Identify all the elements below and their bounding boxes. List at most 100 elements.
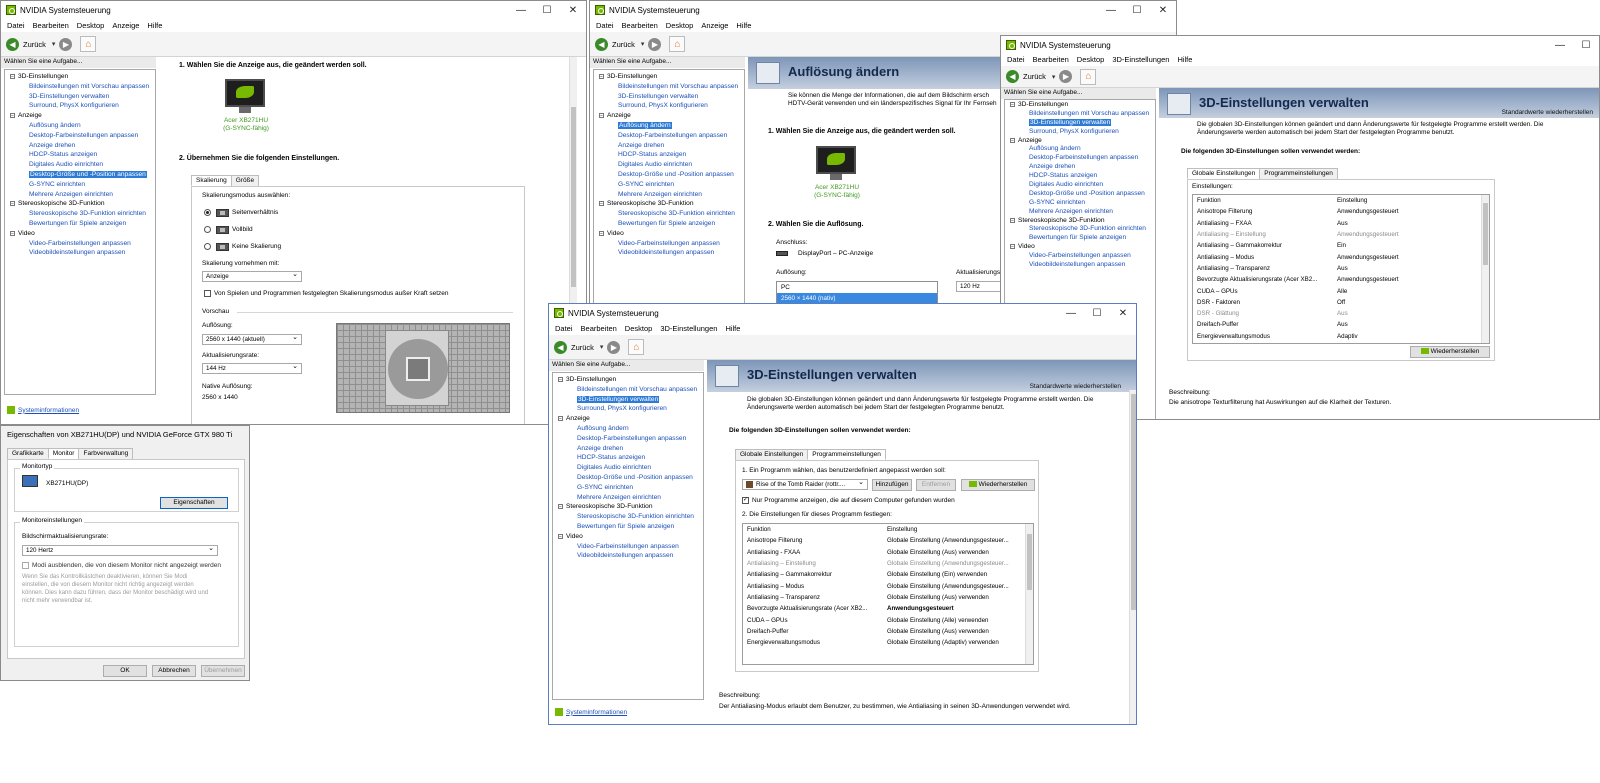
- tree-cat-stereo[interactable]: − Stereoskopische 3D-Funktion: [553, 502, 703, 512]
- row-setting[interactable]: Globale Einstellung (Anwendungsgesteuer.…: [883, 580, 1033, 591]
- back-arrow-icon[interactable]: ◀: [595, 37, 608, 51]
- tree-item-3d-manage[interactable]: 3D-Einstellungen verwalten: [1005, 118, 1155, 128]
- tree-item-ratings[interactable]: Bewertungen für Spiele anzeigen: [5, 219, 155, 229]
- hide-modes-checkbox[interactable]: [22, 562, 29, 569]
- row-setting[interactable]: Globale Einstellung (Ein) verwenden: [883, 569, 1033, 580]
- row-setting[interactable]: Globale Einstellung (Alle) verwenden: [883, 614, 1033, 625]
- tree-item-video-image[interactable]: Videobildeinstellungen anpassen: [1005, 261, 1155, 270]
- tree-item-stereo[interactable]: Stereoskopische 3D-Funktion einrichten: [553, 512, 703, 522]
- table-scrollbar[interactable]: [1481, 195, 1489, 343]
- table-row[interactable]: Energieverwaltungsmodus Adaptiv: [1193, 331, 1489, 342]
- tree-item-gsync[interactable]: G-SYNC einrichten: [553, 483, 703, 493]
- menu-edit[interactable]: Bearbeiten: [577, 324, 621, 333]
- tree-cat-display[interactable]: − Anzeige: [594, 111, 744, 121]
- close-button[interactable]: ✕: [1110, 308, 1136, 319]
- tree-item-desktop-size[interactable]: Desktop-Größe und -Position anpassen: [553, 473, 703, 483]
- menu-desktop[interactable]: Desktop: [73, 21, 109, 30]
- row-setting[interactable]: Anwendungsgesteuert: [1333, 206, 1489, 217]
- tree-item-video-color[interactable]: Video-Farbeinstellungen anpassen: [553, 542, 703, 552]
- tree-item-multi[interactable]: Mehrere Anzeigen einrichten: [5, 190, 155, 200]
- maximize-button[interactable]: ☐: [1124, 5, 1150, 16]
- tab-scaling[interactable]: Skalierung: [191, 175, 232, 186]
- history-dropdown-icon[interactable]: ▾: [1052, 73, 1056, 81]
- tree-cat-video[interactable]: − Video: [553, 532, 703, 542]
- menu-3d[interactable]: 3D-Einstellungen: [1108, 55, 1173, 64]
- menu-3d[interactable]: 3D-Einstellungen: [656, 324, 721, 333]
- tab-global-settings[interactable]: Globale Einstellungen: [1187, 168, 1261, 179]
- tree-item-audio[interactable]: Digitales Audio einrichten: [5, 160, 155, 170]
- tree-cat-stereo[interactable]: − Stereoskopische 3D-Funktion: [1005, 217, 1155, 226]
- row-setting[interactable]: Globale Einstellung (Aus) verwenden: [883, 547, 1033, 558]
- resolution-list[interactable]: PC 2560 × 1440 (nativ): [776, 281, 938, 304]
- back-button-label[interactable]: Zurück: [612, 40, 635, 49]
- tree-item-hdcp[interactable]: HDCP-Status anzeigen: [1005, 172, 1155, 181]
- tree-item-resolution[interactable]: Auflösung ändern: [553, 424, 703, 434]
- restore-defaults-link[interactable]: Standardwerte wiederherstellen: [1502, 109, 1593, 116]
- tab-size[interactable]: Größe: [230, 175, 260, 186]
- tab-color-management[interactable]: Farbverwaltung: [78, 448, 134, 459]
- tree-item-hdcp[interactable]: HDCP-Status anzeigen: [553, 453, 703, 463]
- monitor-icon[interactable]: [816, 146, 856, 182]
- row-setting[interactable]: Aus: [1333, 308, 1489, 319]
- tree-item-multi[interactable]: Mehrere Anzeigen einrichten: [594, 190, 744, 200]
- table-row[interactable]: Antialiasing – Einstellung Anwendungsgest…: [1193, 229, 1489, 240]
- table-row[interactable]: Antialiasing – Gammakorrektur Globale Ein…: [743, 569, 1033, 580]
- table-row[interactable]: Antialiasing – Modus Anwendungsgesteuert: [1193, 251, 1489, 262]
- home-icon[interactable]: ⌂: [80, 36, 97, 52]
- radio-none[interactable]: [204, 243, 211, 250]
- history-dropdown-icon[interactable]: ▾: [52, 40, 56, 48]
- tab-adapter[interactable]: Grafikkarte: [7, 448, 49, 459]
- forward-arrow-icon[interactable]: ▶: [59, 37, 73, 51]
- table-row[interactable]: Antialiasing – Transparenz Globale Einste…: [743, 592, 1033, 603]
- tree-item-resolution[interactable]: Auflösung ändern: [594, 121, 744, 131]
- tree-item-3d-manage[interactable]: 3D-Einstellungen verwalten: [553, 395, 703, 405]
- tree-cat-3d[interactable]: −3D-Einstellungen: [5, 72, 155, 82]
- restore-defaults-link[interactable]: Standardwerte wiederherstellen: [1030, 383, 1121, 390]
- title-bar[interactable]: NVIDIA Systemsteuerung — ☐ ✕: [590, 1, 1176, 19]
- sysinfo-link[interactable]: Systeminformationen: [7, 406, 79, 414]
- tree-item-rotate[interactable]: Anzeige drehen: [553, 444, 703, 454]
- back-arrow-icon[interactable]: ◀: [6, 37, 19, 51]
- home-icon[interactable]: ⌂: [1080, 68, 1097, 85]
- back-arrow-icon[interactable]: ◀: [554, 340, 567, 354]
- rate-select[interactable]: 144 Hz: [202, 363, 302, 374]
- mode-full-label[interactable]: Vollbild: [232, 226, 253, 233]
- ok-button[interactable]: OK: [103, 665, 147, 677]
- tree-item-rotate[interactable]: Anzeige drehen: [5, 141, 155, 151]
- tree-item-video-image[interactable]: Videobildeinstellungen anpassen: [553, 551, 703, 561]
- menu-edit[interactable]: Bearbeiten: [618, 21, 662, 30]
- restore-program-button[interactable]: Wiederherstellen: [961, 479, 1035, 491]
- minimize-button[interactable]: —: [1547, 40, 1573, 51]
- tree-item-resolution[interactable]: Auflösung ändern: [5, 121, 155, 131]
- tree-item-multi[interactable]: Mehrere Anzeigen einrichten: [1005, 208, 1155, 217]
- res-select[interactable]: 2560 x 1440 (aktuell): [202, 334, 302, 345]
- tree-cat-video[interactable]: − Video: [594, 229, 744, 239]
- monitor-label[interactable]: Acer XB271HU (G-SYNC-fähig): [802, 184, 872, 199]
- remove-program-button[interactable]: Entfernen: [916, 479, 956, 491]
- tree-item-desktop-size[interactable]: Desktop-Größe und -Position anpassen: [5, 170, 155, 180]
- tree-item-desktop-size[interactable]: Desktop-Größe und -Position anpassen: [1005, 190, 1155, 199]
- minimize-button[interactable]: —: [508, 5, 534, 16]
- tree-cat-video[interactable]: − Video: [5, 229, 155, 239]
- tree-item-physx[interactable]: Surround, PhysX konfigurieren: [1005, 128, 1155, 137]
- table-row[interactable]: Anisotrope Filterung Globale Einstellung …: [743, 535, 1033, 546]
- table-row[interactable]: DSR - Faktoren Off: [1193, 297, 1489, 308]
- tree-item-video-color[interactable]: Video-Farbeinstellungen anpassen: [1005, 252, 1155, 261]
- tree-item-3d-preview[interactable]: Bildeinstellungen mit Vorschau anpassen: [1005, 110, 1155, 119]
- menu-file[interactable]: Datei: [551, 324, 577, 333]
- tree-item-audio[interactable]: Digitales Audio einrichten: [594, 160, 744, 170]
- table-row[interactable]: Energieverwaltungsmodus Globale Einstellu…: [743, 637, 1033, 648]
- row-setting[interactable]: Globale Einstellung (Aus) verwenden: [883, 626, 1033, 637]
- refresh-rate-select[interactable]: 120 Hertz: [22, 545, 218, 556]
- global-settings-table[interactable]: Funktion Einstellung Anisotrope Filterun…: [1192, 194, 1490, 344]
- tree-cat-3d[interactable]: −3D-Einstellungen: [553, 375, 703, 385]
- add-program-button[interactable]: Hinzufügen: [872, 479, 912, 491]
- tree-item-3d-preview[interactable]: Bildeinstellungen mit Vorschau anpassen: [594, 82, 744, 92]
- table-row[interactable]: CUDA – GPUs Alle: [1193, 285, 1489, 296]
- title-bar[interactable]: NVIDIA Systemsteuerung — ☐: [1001, 36, 1599, 54]
- tree-item-color[interactable]: Desktop-Farbeinstellungen anpassen: [5, 131, 155, 141]
- tree-item-color[interactable]: Desktop-Farbeinstellungen anpassen: [1005, 154, 1155, 163]
- program-select[interactable]: Rise of the Tomb Raider (rottr....: [742, 479, 868, 490]
- title-bar[interactable]: NVIDIA Systemsteuerung — ☐ ✕: [549, 304, 1136, 322]
- maximize-button[interactable]: ☐: [534, 5, 560, 16]
